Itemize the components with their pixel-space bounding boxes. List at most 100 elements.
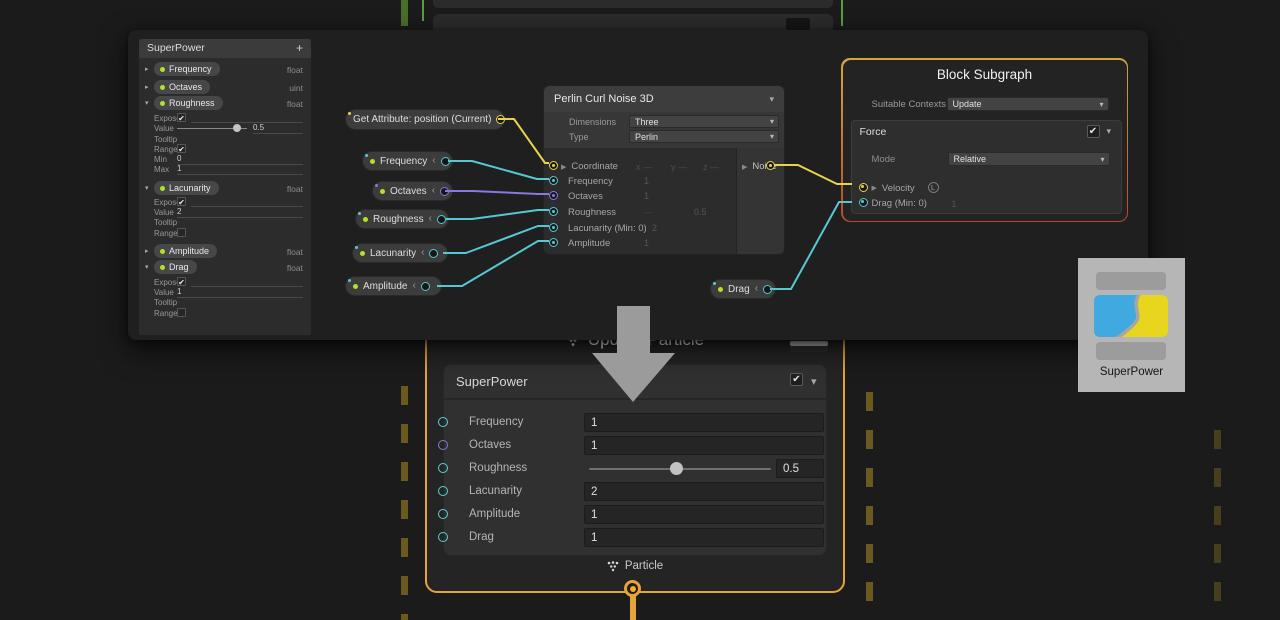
chevron-right-icon[interactable]: ▸ — [145, 247, 149, 255]
param-output-port[interactable] — [437, 215, 446, 224]
chevron-down-icon[interactable]: ▾ — [1107, 126, 1112, 137]
chevron-down-icon[interactable]: ▾ — [145, 184, 149, 192]
drag-field[interactable]: 1 — [584, 528, 824, 547]
input-slider-stub: — — [644, 207, 653, 217]
chevron-down-icon[interactable]: ▾ — [769, 86, 774, 112]
frequency-port[interactable] — [549, 176, 558, 185]
param-node-roughness[interactable]: Roughness ‹ — [355, 209, 449, 229]
noise-output-port[interactable] — [766, 161, 775, 170]
force-block[interactable]: Force ✔ ▾ Mode Relative ▾ ▶ Velocity L D… — [851, 120, 1122, 214]
context-output-flow-line — [630, 595, 636, 620]
param-label: Roughness — [373, 214, 424, 225]
param-output-port[interactable] — [421, 282, 430, 291]
chevron-down-icon[interactable]: ▾ — [145, 99, 149, 107]
amplitude-port[interactable] — [549, 238, 558, 247]
field-label: Range — [154, 145, 178, 154]
node-header[interactable]: Perlin Curl Noise 3D ▾ — [544, 86, 784, 112]
input-drag: Drag (Min: 0) — [872, 197, 927, 210]
suitable-contexts-dropdown[interactable]: Update ▾ — [947, 97, 1109, 111]
value-field[interactable]: 0.5 — [253, 123, 303, 134]
dimensions-dropdown[interactable]: Three ▾ — [629, 115, 779, 128]
collapse-icon[interactable]: ‹ — [432, 156, 435, 166]
asset-icon-bar-top — [1096, 272, 1166, 290]
param-node-lacunarity[interactable]: Lacunarity ‹ — [352, 243, 448, 263]
param-output-port[interactable] — [763, 285, 772, 294]
collapse-icon[interactable]: ‹ — [412, 281, 415, 291]
frequency-field[interactable]: 1 — [584, 413, 824, 432]
vfx-graph-screenshot: Update Particle SuperPower ✔ ▾ Frequency… — [0, 0, 1280, 620]
range-checkbox[interactable] — [177, 308, 186, 317]
param-output-port[interactable] — [429, 249, 438, 258]
param-node-drag[interactable]: Drag ‹ — [710, 279, 776, 299]
port-expand-icon[interactable]: ▶ — [561, 163, 566, 171]
max-field[interactable]: 1 — [177, 164, 303, 175]
roughness-value-field[interactable]: 0.5 — [776, 459, 824, 478]
exposed-dot-icon — [360, 251, 365, 256]
octaves-port[interactable] — [549, 191, 558, 200]
flow-dashes-far-right — [1214, 430, 1221, 620]
property-label: Octaves — [169, 82, 202, 92]
velocity-port[interactable] — [859, 183, 868, 192]
chevron-down-icon[interactable]: ▾ — [145, 263, 149, 271]
port-amplitude[interactable] — [438, 509, 448, 519]
get-attribute-node[interactable]: Get Attribute: position (Current) — [345, 109, 505, 130]
port-frequency[interactable] — [438, 417, 448, 427]
coordinate-port[interactable] — [549, 161, 558, 170]
collapse-icon[interactable]: ‹ — [421, 248, 424, 258]
type-dropdown[interactable]: Perlin ▾ — [629, 130, 779, 143]
roughness-slider-handle[interactable] — [670, 462, 683, 475]
collapse-icon[interactable]: ‹ — [429, 214, 432, 224]
blackboard-row-roughness[interactable]: ▾ Roughness float — [139, 96, 311, 111]
position-output-port[interactable] — [496, 115, 505, 124]
blackboard-row-drag[interactable]: ▾ Drag float — [139, 260, 311, 275]
block-subgraph-node[interactable]: Block Subgraph Suitable Contexts Update … — [841, 58, 1128, 222]
lacunarity-field[interactable]: 2 — [584, 482, 824, 501]
roughness-max-row: Max 1 — [139, 164, 311, 175]
chevron-right-icon[interactable]: ▸ — [145, 65, 149, 73]
param-output-port[interactable] — [441, 157, 450, 166]
mode-dropdown[interactable]: Relative ▾ — [948, 152, 1110, 166]
add-icon[interactable]: + — [296, 39, 303, 58]
perlin-curl-noise-node[interactable]: Perlin Curl Noise 3D ▾ Dimensions Three … — [543, 85, 785, 255]
blackboard-row-amplitude[interactable]: ▸ Amplitude float — [139, 244, 311, 259]
dropdown-arrow-icon: ▾ — [1100, 153, 1104, 166]
amplitude-field[interactable]: 1 — [584, 505, 824, 524]
row-label: Drag — [469, 531, 494, 543]
port-octaves[interactable] — [438, 440, 448, 450]
coord-y: y — — [671, 162, 687, 172]
blackboard-row-frequency[interactable]: ▸ Frequency float — [139, 62, 311, 77]
blackboard-row-lacunarity[interactable]: ▾ Lacunarity float — [139, 181, 311, 196]
param-node-frequency[interactable]: Frequency ‹ — [362, 151, 453, 171]
drag-port[interactable] — [859, 198, 868, 207]
value-slider-handle[interactable] — [233, 124, 241, 132]
block-title: SuperPower — [456, 374, 528, 389]
link-badge: L — [928, 182, 939, 193]
chevron-right-icon[interactable]: ▸ — [145, 83, 149, 91]
exposed-checkbox[interactable]: ✔ — [177, 197, 186, 206]
param-node-octaves[interactable]: Octaves ‹ — [372, 181, 453, 201]
exposed-checkbox[interactable]: ✔ — [177, 113, 186, 122]
range-checkbox[interactable]: ✔ — [177, 144, 186, 153]
superpower-asset-card[interactable]: SuperPower — [1078, 258, 1185, 392]
context-output-port[interactable] — [624, 580, 641, 597]
field-label: Value — [154, 124, 174, 133]
range-checkbox[interactable] — [177, 228, 186, 237]
port-drag[interactable] — [438, 532, 448, 542]
blackboard-row-octaves[interactable]: ▸ Octaves uint — [139, 80, 311, 95]
blackboard-panel[interactable]: SuperPower + ▸ Frequency float ▸ Octaves… — [138, 38, 312, 336]
block-enabled-checkbox[interactable]: ✔ — [790, 373, 803, 386]
mode-label: Mode — [872, 154, 896, 165]
port-lacunarity[interactable] — [438, 486, 448, 496]
exposed-checkbox[interactable]: ✔ — [177, 277, 186, 286]
blackboard-header[interactable]: SuperPower + — [139, 39, 311, 58]
roughness-port[interactable] — [549, 207, 558, 216]
param-node-amplitude[interactable]: Amplitude ‹ — [345, 276, 442, 296]
octaves-field[interactable]: 1 — [584, 436, 824, 455]
lacunarity-port[interactable] — [549, 223, 558, 232]
collapse-icon[interactable]: ‹ — [755, 284, 758, 294]
force-enabled-checkbox[interactable]: ✔ — [1087, 125, 1100, 138]
port-roughness[interactable] — [438, 463, 448, 473]
chevron-down-icon[interactable]: ▾ — [811, 375, 817, 388]
param-output-port[interactable] — [440, 187, 449, 196]
collapse-icon[interactable]: ‹ — [432, 186, 435, 196]
